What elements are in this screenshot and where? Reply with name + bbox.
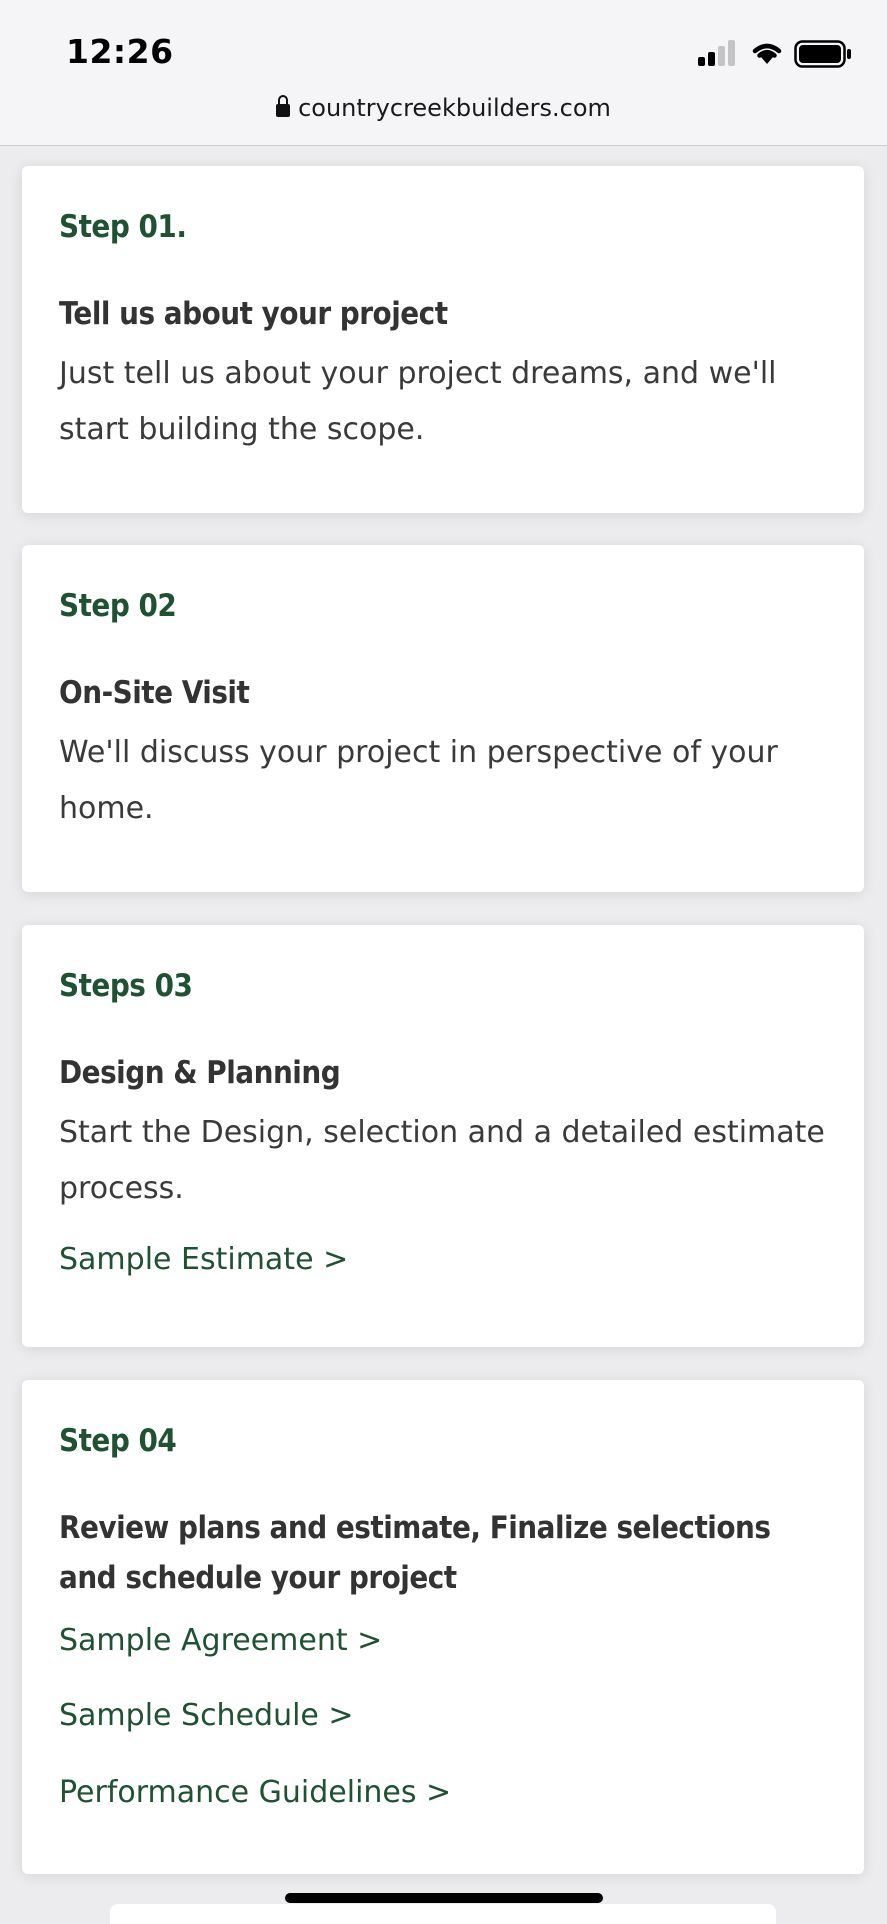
step-label: Step 04 — [59, 1423, 177, 1459]
cellular-signal-icon — [698, 40, 740, 66]
sample-agreement-link[interactable]: Sample Agreement > — [59, 1623, 382, 1658]
url-text: countrycreekbuilders.com — [298, 94, 611, 122]
step-description: Just tell us about your project dreams, … — [59, 356, 777, 447]
step-label: Steps 03 — [59, 968, 193, 1004]
next-card-edge — [110, 1904, 776, 1924]
step-title: On-Site Visit — [59, 675, 250, 711]
step-description: Start the Design, selection and a detail… — [59, 1115, 825, 1206]
status-bar: 12:26 countrycreekbuilders.com — [0, 0, 887, 146]
step-title: Tell us about your project — [59, 296, 448, 332]
step-card-3: Steps 03 Design & Planning Start the Des… — [22, 925, 864, 1347]
performance-guidelines-link[interactable]: Performance Guidelines > — [59, 1775, 451, 1810]
wifi-icon — [752, 43, 782, 64]
step-card-2: Step 02 On-Site Visit We'll discuss your… — [22, 545, 864, 892]
home-indicator[interactable] — [285, 1893, 603, 1903]
step-label: Step 02 — [59, 588, 177, 624]
sample-estimate-link[interactable]: Sample Estimate > — [59, 1242, 348, 1277]
battery-icon — [794, 40, 851, 68]
status-time: 12:26 — [66, 32, 174, 71]
step-title: Review plans and estimate, Finalize sele… — [59, 1510, 771, 1596]
step-card-1: Step 01. Tell us about your project Just… — [22, 166, 864, 513]
step-label: Step 01. — [59, 209, 187, 245]
sample-schedule-link[interactable]: Sample Schedule > — [59, 1698, 354, 1733]
step-card-4: Step 04 Review plans and estimate, Final… — [22, 1380, 864, 1874]
lock-icon — [276, 95, 291, 117]
step-title: Design & Planning — [59, 1055, 341, 1091]
step-description: We'll discuss your project in perspectiv… — [59, 735, 778, 826]
address-bar[interactable]: countrycreekbuilders.com — [0, 94, 887, 130]
